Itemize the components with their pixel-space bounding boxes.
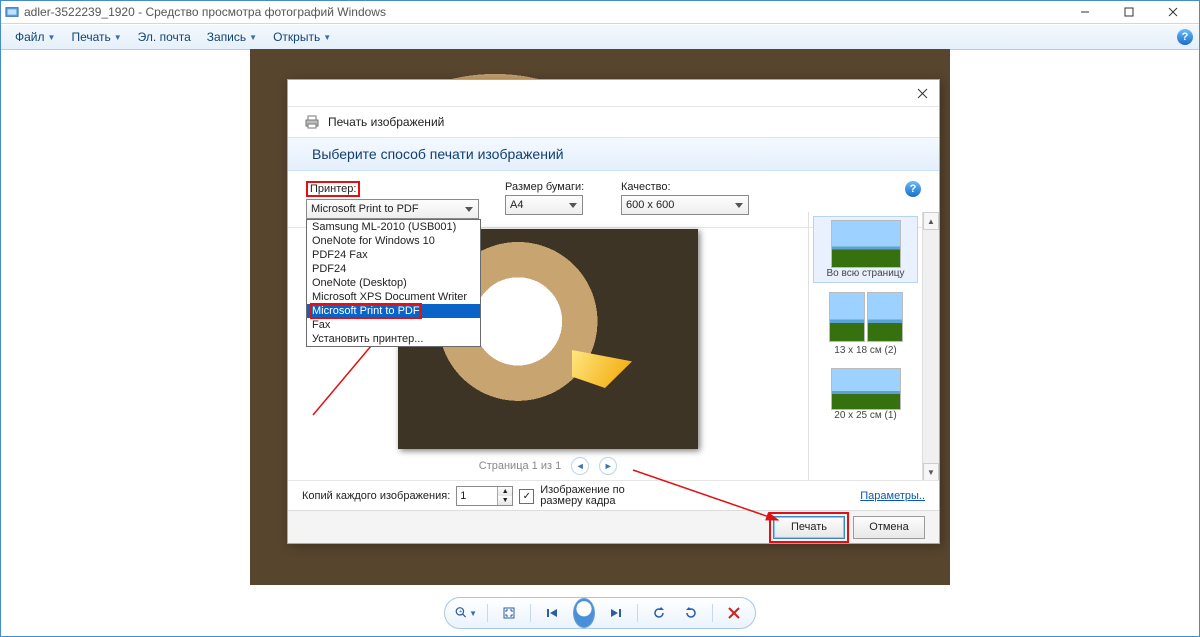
menubar: Файл▼ Печать▼ Эл. почта Запись▼ Открыть▼… <box>1 24 1199 50</box>
menu-file[interactable]: Файл▼ <box>7 28 63 46</box>
printer-icon <box>304 114 320 130</box>
app-icon <box>5 5 19 19</box>
delete-button[interactable] <box>723 602 745 624</box>
menu-print[interactable]: Печать▼ <box>63 28 129 46</box>
menu-burn[interactable]: Запись▼ <box>199 28 265 46</box>
window-title: adler-3522239_1920 - Средство просмотра … <box>24 5 1063 19</box>
template-full-page[interactable]: Во всю страницу <box>813 216 918 283</box>
menu-open[interactable]: Открыть▼ <box>265 28 339 46</box>
pager-next-button[interactable]: ► <box>599 457 617 475</box>
print-dialog: Печать изображений Выберите способ печат… <box>287 79 940 544</box>
spin-up[interactable]: ▲ <box>498 487 512 496</box>
template-scrollbar[interactable]: ▲ ▼ <box>922 212 939 481</box>
rotate-ccw-button[interactable] <box>648 602 670 624</box>
fit-frame-label: Изображение по размеру кадра <box>540 485 650 507</box>
chevron-down-icon <box>733 199 745 211</box>
next-button[interactable] <box>605 602 627 624</box>
template-list: Во всю страницу 13 x 18 см (2) 20 x 25 с… <box>809 212 922 481</box>
printer-option[interactable]: OneNote for Windows 10 <box>307 234 480 248</box>
printer-option[interactable]: Fax <box>307 318 480 332</box>
template-13x18[interactable]: 13 x 18 см (2) <box>813 289 918 359</box>
printer-option[interactable]: Установить принтер... <box>307 332 480 346</box>
pager-prev-button[interactable]: ◄ <box>571 457 589 475</box>
template-20x25[interactable]: 20 x 25 см (1) <box>813 365 918 424</box>
printer-option[interactable]: PDF24 Fax <box>307 248 480 262</box>
scroll-down-button[interactable]: ▼ <box>923 463 939 481</box>
printer-option[interactable]: Microsoft XPS Document Writer <box>307 290 480 304</box>
maximize-button[interactable] <box>1107 1 1151 23</box>
printer-option[interactable]: PDF24 <box>307 262 480 276</box>
window-titlebar: adler-3522239_1920 - Средство просмотра … <box>1 1 1199 24</box>
rotate-cw-button[interactable] <box>680 602 702 624</box>
print-button[interactable]: Печать <box>773 516 845 539</box>
pager-text: Страница 1 из 1 <box>479 460 561 472</box>
menu-email[interactable]: Эл. почта <box>130 28 199 46</box>
dialog-help-icon[interactable]: ? <box>905 181 921 197</box>
chevron-down-icon <box>567 199 579 211</box>
paper-label: Размер бумаги: <box>505 181 597 193</box>
navigation-toolbar: +▼ <box>444 597 756 629</box>
scroll-up-button[interactable]: ▲ <box>923 212 939 230</box>
quality-label: Качество: <box>621 181 761 193</box>
copies-label: Копий каждого изображения: <box>302 490 450 502</box>
printer-dropdown-list: Samsung ML-2010 (USB001) OneNote for Win… <box>306 219 481 347</box>
printer-option-selected[interactable]: Microsoft Print to PDF <box>307 304 480 318</box>
dialog-title: Печать изображений <box>328 115 444 129</box>
copies-spinner[interactable]: 1 ▲▼ <box>456 486 513 506</box>
printer-option[interactable]: Samsung ML-2010 (USB001) <box>307 220 480 234</box>
minimize-button[interactable] <box>1063 1 1107 23</box>
fit-button[interactable] <box>498 602 520 624</box>
dialog-instruction: Выберите способ печати изображений <box>288 138 939 171</box>
zoom-button[interactable]: +▼ <box>455 602 477 624</box>
help-icon[interactable]: ? <box>1177 29 1193 45</box>
prev-button[interactable] <box>541 602 563 624</box>
close-button[interactable] <box>1151 1 1195 23</box>
printer-option[interactable]: OneNote (Desktop) <box>307 276 480 290</box>
fit-frame-checkbox[interactable]: ✓ <box>519 489 534 504</box>
printer-label: Принтер: <box>306 181 481 197</box>
dialog-close-button[interactable] <box>905 80 939 106</box>
cancel-button[interactable]: Отмена <box>853 516 925 539</box>
dialog-title-row: Печать изображений <box>288 107 939 138</box>
spin-down[interactable]: ▼ <box>498 496 512 505</box>
slideshow-button[interactable] <box>573 602 595 624</box>
options-link[interactable]: Параметры.. <box>860 490 925 502</box>
